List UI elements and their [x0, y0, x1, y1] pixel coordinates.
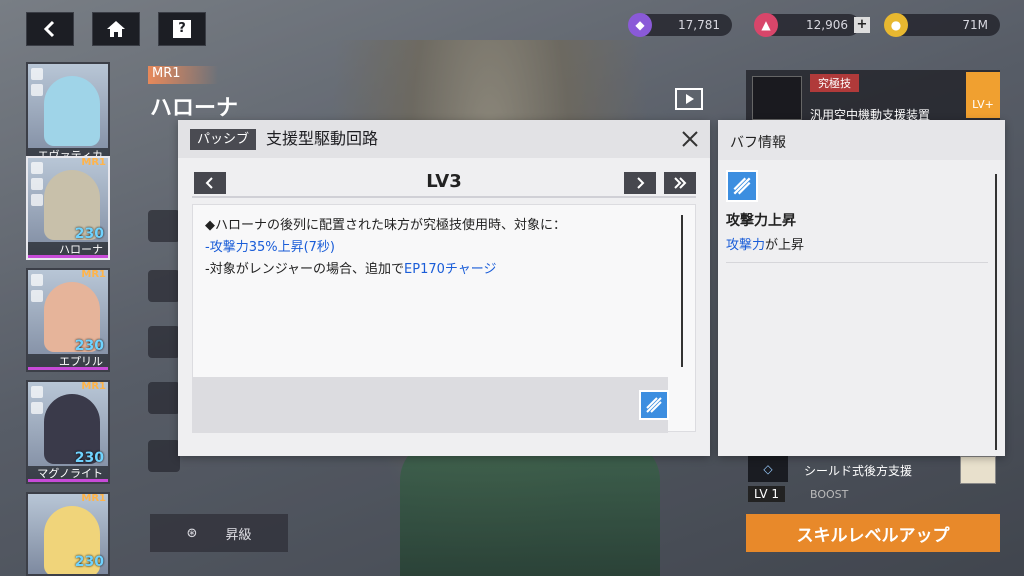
rarity-bar [28, 255, 108, 258]
ticket-icon: ▲ [754, 13, 778, 37]
mr-badge: MR1 [81, 157, 106, 168]
attack-buff-button[interactable] [639, 390, 669, 420]
close-button[interactable] [676, 124, 704, 154]
sub-skill-name: シールド式後方支援 [804, 464, 913, 478]
video-icon[interactable] [674, 86, 704, 112]
role-icons [31, 68, 45, 100]
skill-tab-icon[interactable] [148, 326, 180, 358]
skill-detail-modal: パッシブ 支援型駆動回路 LV3 ◆ハローナの後列に配置された味方が究極技使用時… [178, 120, 710, 456]
skill-level-up-button[interactable]: スキルレベルアップ [746, 514, 1000, 552]
upgrade-icon: ⊛ [186, 525, 198, 541]
upgrade-button[interactable]: ⊛ 昇級 [150, 514, 288, 552]
buff-panel-header: バフ情報 [718, 120, 1005, 160]
sub-skill-level: LV 1 [748, 486, 786, 502]
double-chevron-right-icon [674, 177, 687, 189]
next-level-button[interactable] [624, 172, 656, 194]
skill-tab-icon[interactable] [148, 210, 180, 242]
level-selector: LV3 [192, 170, 696, 198]
passive-tag: パッシブ [190, 129, 257, 150]
desc-line-3-highlight: EP170チャージ [404, 262, 497, 277]
skill-tab-icon[interactable] [148, 270, 180, 302]
currency-gem[interactable]: ◆ 17,781 [628, 13, 732, 37]
roster-card-selected[interactable]: MR1 230 ハローナ [26, 156, 110, 260]
desc-line-1: ◆ハローナの後列に配置された味方が究極技使用時、対象に： [205, 218, 566, 233]
role-icons [31, 274, 45, 306]
roster-card[interactable]: エヴァティカ [26, 62, 110, 166]
gem-icon: ◆ [628, 13, 652, 37]
ultimate-skill-card[interactable]: 究極技 汎用空中機動支援装置 [746, 70, 1000, 122]
rarity-bar [28, 479, 108, 482]
roster-level: 230 [74, 338, 104, 354]
currency-gold[interactable]: ● 71M [884, 13, 1000, 37]
level-label: LV3 [426, 171, 462, 192]
desc-line-3: -対象がレンジャーの場合、追加でEP170チャージ [205, 261, 497, 279]
divider [726, 262, 988, 263]
rarity-bar [28, 367, 108, 370]
ultimate-tag: 究極技 [810, 74, 859, 92]
desc-line-2: -攻撃力35%上昇(7秒) [205, 240, 336, 255]
currency-ticket-value: 12,906 [806, 18, 848, 32]
modal-title: 支援型駆動回路 [266, 129, 379, 148]
max-level-button[interactable] [664, 172, 696, 194]
buff-name: 攻撃力上昇 [726, 213, 796, 229]
modal-header: パッシブ 支援型駆動回路 [178, 120, 710, 158]
roster-card[interactable]: MR1 230 エプリル [26, 268, 110, 372]
sub-skill-boost: BOOST [810, 488, 849, 501]
sub-skill-thumb [960, 456, 996, 484]
upgrade-label: 昇級 [225, 527, 252, 543]
character-name: ハローナ [150, 96, 239, 121]
skill-tab-icon[interactable] [148, 382, 180, 414]
home-icon [107, 21, 125, 37]
attack-up-icon [646, 397, 662, 413]
buff-description: 攻撃力が上昇 [726, 234, 804, 253]
buff-icons-row [192, 377, 669, 433]
currency-gem-value: 17,781 [678, 18, 720, 32]
currency-gold-value: 71M [962, 18, 988, 32]
description-scrollbar[interactable] [681, 215, 683, 367]
roster-level: 230 [74, 554, 104, 570]
ultimate-skill-icon [752, 76, 802, 120]
film-icon [675, 88, 703, 110]
roster-level: 230 [74, 226, 104, 242]
mr-badge: MR1 [81, 493, 106, 504]
roster-card[interactable]: MR1 230 マグノライト [26, 380, 110, 484]
role-icons [31, 162, 45, 210]
buff-panel-scrollbar[interactable] [995, 174, 997, 450]
chevron-left-icon [43, 20, 55, 38]
mr-badge: MR1 [81, 269, 106, 280]
lv-plus-badge: LV+ [966, 72, 1000, 118]
roster-level: 230 [74, 450, 104, 466]
roster-card[interactable]: MR1 230 [26, 492, 110, 576]
gold-coin-icon: ● [884, 13, 908, 37]
sub-skill-icon: ◇ [748, 456, 788, 482]
skill-tab-icon[interactable] [148, 440, 180, 472]
close-icon [682, 131, 698, 147]
mr-badge: MR1 [81, 381, 106, 392]
attack-up-icon [733, 177, 751, 195]
buff-desc-rest: が上昇 [765, 238, 805, 253]
help-button[interactable]: ? [158, 12, 206, 46]
back-button[interactable] [26, 12, 74, 46]
desc-line-3-prefix: -対象がレンジャーの場合、追加で [205, 262, 405, 277]
buff-desc-highlight: 攻撃力 [726, 238, 766, 253]
currency-ticket[interactable]: ▲ 12,906 + [754, 13, 870, 37]
sub-skill-info[interactable]: ◇ シールド式後方支援 LV 1 BOOST [746, 456, 1000, 508]
mr-tag: MR1 [148, 66, 218, 84]
buff-panel-title: バフ情報 [730, 135, 786, 151]
home-button[interactable] [92, 12, 140, 46]
role-icons [31, 386, 45, 418]
add-ticket-button[interactable]: + [854, 17, 870, 33]
chevron-right-icon [637, 177, 645, 189]
buff-info-panel: バフ情報 攻撃力上昇 攻撃力が上昇 [718, 120, 1005, 456]
portrait [44, 76, 100, 146]
help-icon: ? [173, 20, 191, 38]
attack-buff-icon-large [726, 170, 758, 202]
